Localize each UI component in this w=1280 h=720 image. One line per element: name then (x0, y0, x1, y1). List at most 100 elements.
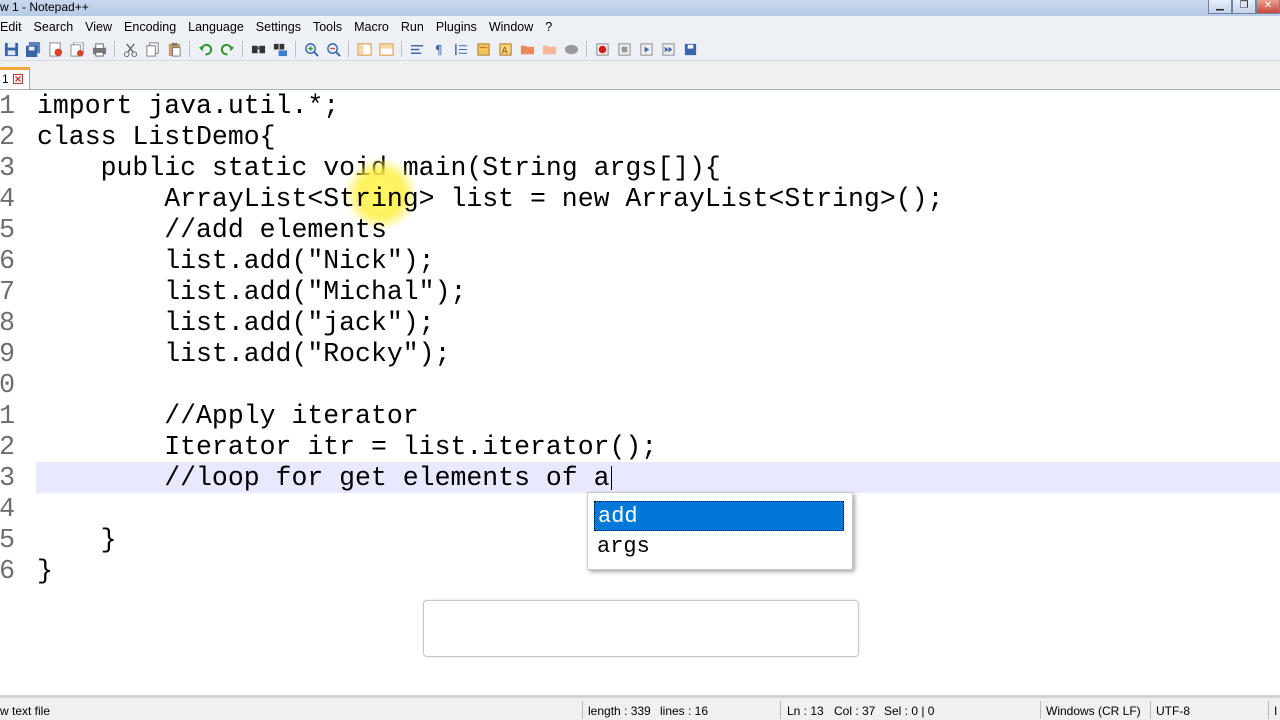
status-eol: Windows (CR LF) (1046, 704, 1141, 718)
show-all-chars-icon[interactable]: ¶ (431, 41, 447, 57)
menu-run[interactable]: Run (395, 20, 430, 34)
line-number: 3 (0, 153, 15, 183)
status-separator (1150, 701, 1151, 719)
line-text: ArrayList<String> list = new ArrayList<S… (37, 184, 944, 214)
save-icon[interactable] (3, 41, 19, 57)
code-line: 4 ArrayList<String> list = new ArrayList… (0, 184, 1280, 215)
toolbar-separator (242, 41, 243, 57)
autocomplete-item-args[interactable]: args (594, 532, 844, 562)
replace-icon[interactable] (272, 41, 288, 57)
line-number: 3 (0, 463, 15, 493)
menu-view[interactable]: View (79, 20, 118, 34)
close-icon[interactable] (47, 41, 63, 57)
title-bar: w 1 - Notepad++ ▁ ❐ ✕ (0, 0, 1280, 16)
line-text: list.add("Nick"); (37, 246, 435, 276)
zoom-in-icon[interactable] (303, 41, 319, 57)
window-title: w 1 - Notepad++ (0, 0, 89, 14)
close-all-icon[interactable] (69, 41, 85, 57)
code-line-current: 3 //loop for get elements of a (0, 463, 1280, 494)
menu-tools[interactable]: Tools (307, 20, 348, 34)
line-number: 9 (0, 339, 15, 369)
tab-document[interactable]: 1 (0, 67, 30, 89)
code-line: 7 list.add("Michal"); (0, 277, 1280, 308)
redo-icon[interactable] (219, 41, 235, 57)
line-text: class ListDemo{ (37, 122, 276, 152)
menu-settings[interactable]: Settings (250, 20, 307, 34)
line-text: list.add("Michal"); (37, 277, 467, 307)
menu-edit[interactable]: Edit (0, 20, 28, 34)
code-line: 1 //Apply iterator (0, 401, 1280, 432)
close-button[interactable]: ✕ (1256, 0, 1280, 14)
wrap-icon[interactable] (409, 41, 425, 57)
indent-guide-icon[interactable] (453, 41, 469, 57)
code-line: 0 (0, 370, 1280, 401)
toolbar-separator (295, 41, 296, 57)
line-number: 6 (0, 556, 15, 586)
status-encoding: UTF-8 (1156, 704, 1190, 718)
code-line: 5 //add elements (0, 215, 1280, 246)
sync-h-icon[interactable] (378, 41, 394, 57)
status-bar: w text file length : 339 lines : 16 Ln :… (0, 695, 1280, 720)
code-line: 2 class ListDemo{ (0, 122, 1280, 153)
line-number: 0 (0, 370, 15, 400)
menu-help[interactable]: ? (539, 20, 558, 34)
tab-label: 1 (2, 72, 9, 86)
sync-v-icon[interactable] (356, 41, 372, 57)
toolbar: ¶ A (0, 38, 1280, 61)
line-number: 1 (0, 401, 15, 431)
line-text: } (37, 525, 117, 555)
copy-icon[interactable] (144, 41, 160, 57)
status-separator (780, 701, 781, 719)
status-selection: Sel : 0 | 0 (884, 704, 935, 718)
toolbar-separator (401, 41, 402, 57)
menu-encoding[interactable]: Encoding (118, 20, 182, 34)
autocomplete-item-add[interactable]: add (594, 501, 844, 531)
menu-plugins[interactable]: Plugins (430, 20, 483, 34)
menu-macro[interactable]: Macro (348, 20, 395, 34)
line-number: 2 (0, 432, 15, 462)
toolbar-separator (114, 41, 115, 57)
toolbar-separator (348, 41, 349, 57)
record-macro-icon[interactable] (594, 41, 610, 57)
record-circle-icon[interactable] (563, 41, 579, 57)
toolbar-separator (189, 41, 190, 57)
code-line: 8 list.add("jack"); (0, 308, 1280, 339)
play-macro-icon[interactable] (638, 41, 654, 57)
run-macro-multiple-icon[interactable] (660, 41, 676, 57)
find-icon[interactable] (250, 41, 266, 57)
stop-macro-icon[interactable] (616, 41, 632, 57)
restore-button[interactable]: ❐ (1232, 0, 1256, 14)
line-text: list.add("Rocky"); (37, 339, 451, 369)
save-all-icon[interactable] (25, 41, 41, 57)
tab-close-icon[interactable] (13, 73, 23, 84)
code-line: 2 Iterator itr = list.iterator(); (0, 432, 1280, 463)
code-line: 1 import java.util.*; (0, 91, 1280, 122)
zoom-out-icon[interactable] (325, 41, 341, 57)
cut-icon[interactable] (122, 41, 138, 57)
menu-language[interactable]: Language (182, 20, 250, 34)
folder-icon[interactable] (519, 41, 535, 57)
menu-window[interactable]: Window (483, 20, 539, 34)
code-line: 6 list.add("Nick"); (0, 246, 1280, 277)
line-text: //loop for get elements of a (37, 463, 610, 493)
doc-map-icon[interactable] (475, 41, 491, 57)
print-icon[interactable] (91, 41, 107, 57)
line-text: Iterator itr = list.iterator(); (37, 432, 658, 462)
autocomplete-list[interactable]: add args (587, 492, 853, 570)
text-caret (611, 466, 612, 490)
paste-icon[interactable] (166, 41, 182, 57)
menu-search[interactable]: Search (28, 20, 80, 34)
save-macro-icon[interactable] (682, 41, 698, 57)
function-list-icon[interactable]: A (497, 41, 513, 57)
status-column: Col : 37 (834, 704, 876, 718)
code-line: 3 public static void main(String args[])… (0, 153, 1280, 184)
window-controls: ▁ ❐ ✕ (1208, 0, 1280, 14)
monitor-icon[interactable] (541, 41, 557, 57)
line-number: 7 (0, 277, 15, 307)
undo-icon[interactable] (197, 41, 213, 57)
line-text: } (37, 556, 53, 586)
popup-box (423, 600, 859, 657)
status-insert-mode: I (1274, 704, 1278, 718)
line-number: 4 (0, 494, 15, 524)
minimize-button[interactable]: ▁ (1208, 0, 1232, 14)
